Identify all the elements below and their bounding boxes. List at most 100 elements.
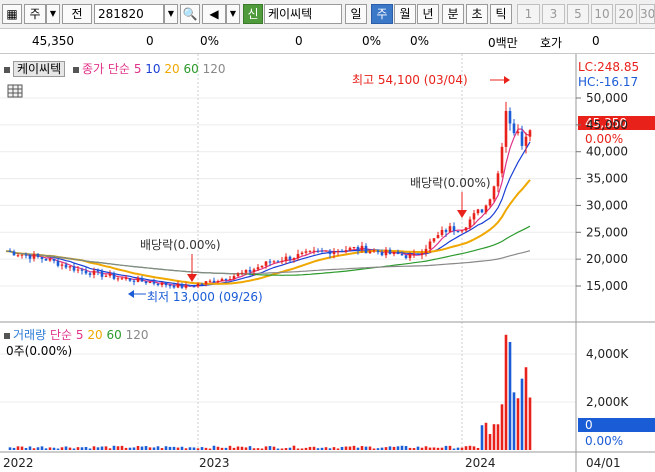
- candle-body: [52, 258, 56, 261]
- candle-body: [16, 255, 20, 257]
- volume-bar: [500, 404, 504, 450]
- price-panel-name[interactable]: 케이씨텍: [13, 61, 66, 77]
- volume-bar: [368, 446, 372, 450]
- search-icon[interactable]: 🔍: [180, 4, 200, 24]
- volume-bar: [112, 445, 116, 450]
- candle-body: [528, 130, 532, 137]
- volume-bar: [284, 448, 288, 450]
- ma20-label[interactable]: 20: [164, 62, 179, 76]
- candle-body: [504, 110, 508, 147]
- prev-button[interactable]: 전: [62, 4, 92, 24]
- volume-bar: [492, 424, 496, 450]
- candle-body: [88, 273, 92, 275]
- count-button-0[interactable]: 1: [517, 4, 540, 24]
- candle-body: [336, 251, 340, 253]
- volume-bar: [508, 342, 512, 450]
- ma-marker-icon: [73, 66, 79, 73]
- candle-body: [12, 251, 16, 256]
- vol-ma120-label[interactable]: 120: [126, 328, 149, 342]
- volume-bar: [180, 446, 184, 450]
- volume-bar: [168, 446, 172, 450]
- vol-ma60-label[interactable]: 60: [106, 328, 121, 342]
- volume-bar: [512, 392, 516, 450]
- price-tick-4: 30,000: [586, 198, 628, 212]
- market-select[interactable]: 주: [24, 4, 46, 24]
- volume-bar: [456, 447, 460, 450]
- period-button-6[interactable]: 틱: [490, 4, 512, 24]
- volume-bar: [240, 446, 244, 450]
- volume-bar: [20, 446, 24, 450]
- candle-body: [100, 271, 104, 277]
- candle-body: [324, 250, 328, 252]
- volume-ma-label[interactable]: 단순: [50, 328, 72, 342]
- candle-body: [416, 253, 420, 255]
- ma10-label[interactable]: 10: [145, 62, 160, 76]
- ma5-label[interactable]: 5: [134, 62, 142, 76]
- market-dropdown-icon[interactable]: ▼: [46, 4, 60, 24]
- volume-title[interactable]: 거래량: [13, 328, 46, 342]
- count-button-5[interactable]: 30: [639, 4, 655, 24]
- candle-body: [304, 251, 308, 253]
- volume-bar: [28, 446, 32, 450]
- candle-body: [236, 273, 240, 277]
- lc-label: LC:248.85: [578, 60, 640, 74]
- volume-bar: [144, 446, 148, 450]
- speaker-icon[interactable]: ◀: [202, 4, 226, 24]
- volume-bar: [424, 446, 428, 450]
- volume-bar: [236, 446, 240, 450]
- period-button-3[interactable]: 년: [417, 4, 439, 24]
- stock-code-input[interactable]: 281820: [94, 4, 164, 24]
- speaker-dropdown-icon[interactable]: ▼: [226, 4, 240, 24]
- volume-bar: [324, 447, 328, 450]
- volume-bar: [504, 334, 508, 450]
- candle-body: [148, 282, 152, 284]
- volume-bar: [176, 447, 180, 450]
- count-button-2[interactable]: 5: [567, 4, 589, 24]
- candle-body: [140, 278, 144, 282]
- candle-body: [196, 283, 200, 287]
- period-button-0[interactable]: 일: [345, 4, 367, 24]
- volume-bar: [440, 447, 444, 450]
- count-button-3[interactable]: 10: [591, 4, 613, 24]
- volume-bar: [372, 448, 376, 450]
- volume-bar: [60, 447, 64, 450]
- table-icon[interactable]: [7, 84, 23, 98]
- candle-body: [164, 282, 168, 286]
- period-button-4[interactable]: 분: [442, 4, 464, 24]
- candle-body: [180, 283, 184, 288]
- volume-bar: [472, 446, 476, 450]
- candle-body: [60, 264, 64, 266]
- volume-bar: [224, 447, 228, 450]
- candle-body: [108, 273, 112, 276]
- volume-bar: [164, 446, 168, 450]
- volume-bar: [304, 447, 308, 450]
- volume-bar: [496, 424, 500, 450]
- period-button-1[interactable]: 주: [371, 4, 393, 24]
- ma60-label[interactable]: 60: [184, 62, 199, 76]
- volume-bar: [320, 447, 324, 450]
- candle-body: [152, 282, 156, 284]
- candle-body: [496, 173, 500, 187]
- candle-body: [248, 270, 252, 272]
- candle-body: [244, 270, 248, 273]
- price-ma-label[interactable]: 종가 단순: [82, 62, 130, 76]
- stock-name-field: 케이씨텍: [264, 4, 342, 24]
- code-dropdown-icon[interactable]: ▼: [164, 4, 178, 24]
- volume-bar: [288, 447, 292, 450]
- vol-ma20-label[interactable]: 20: [87, 328, 102, 342]
- period-button-5[interactable]: 초: [466, 4, 488, 24]
- candle-body: [220, 278, 224, 282]
- grid-icon[interactable]: ▦: [2, 4, 22, 24]
- stock-chart[interactable]: 45,350 0.00% 0 0.00% 50,00045,00040,0003…: [0, 54, 655, 472]
- vol-ma5-label[interactable]: 5: [76, 328, 84, 342]
- count-button-4[interactable]: 20: [615, 4, 637, 24]
- count-button-1[interactable]: 3: [542, 4, 565, 24]
- candle-body: [312, 250, 316, 252]
- volume-bar: [128, 447, 132, 450]
- candle-body: [400, 254, 404, 256]
- quote-info-bar: 45,350 0 0% 0 0% 0% 0백만 호가 0: [0, 29, 655, 54]
- ma120-label[interactable]: 120: [203, 62, 226, 76]
- candle-body: [376, 250, 380, 253]
- candle-body: [224, 278, 228, 280]
- period-button-2[interactable]: 월: [394, 4, 416, 24]
